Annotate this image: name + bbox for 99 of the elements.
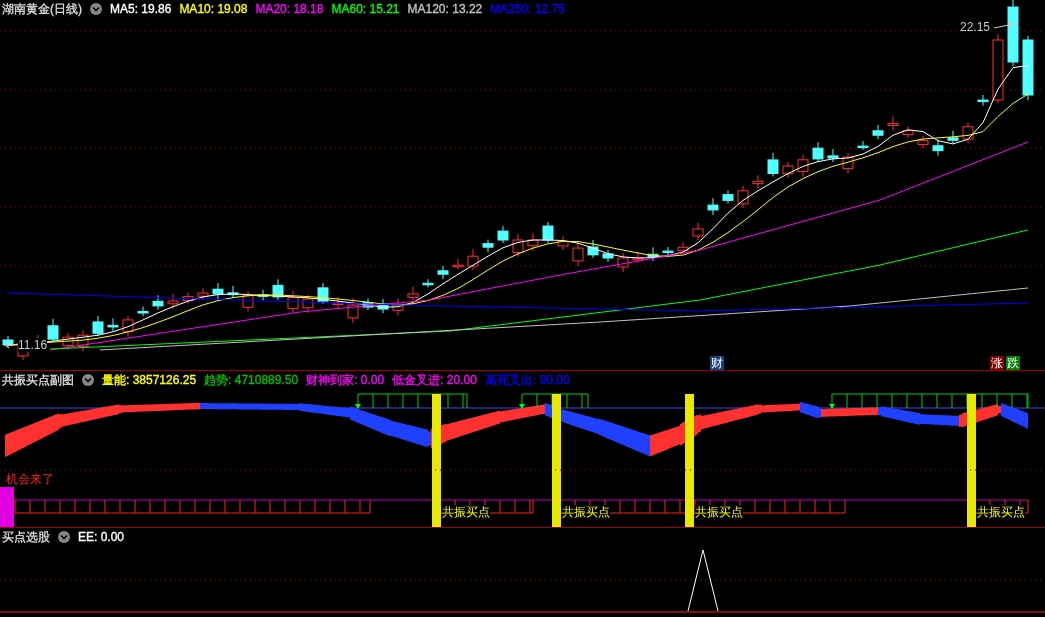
candlestick <box>917 135 929 149</box>
indicator-value: 趋势: 4710889.50 <box>204 372 299 388</box>
candlestick <box>602 249 614 263</box>
indicator-value: 量能: 3857126.25 <box>102 372 197 388</box>
candlestick <box>407 286 419 301</box>
indicator-value: 高死叉出: 90.00 <box>484 372 570 388</box>
candlestick <box>992 33 1004 104</box>
buy-point-label: 共振买点 <box>562 505 610 519</box>
indicator-value: EE: 0.00 <box>78 529 125 545</box>
candlestick <box>77 329 89 352</box>
arrow-icon <box>4 341 18 349</box>
indicator-value: MA120: 13.22 <box>407 1 483 17</box>
candlestick <box>1007 0 1019 67</box>
candlestick <box>2 335 14 349</box>
panel-title: 湖南黄金(日线) <box>2 1 82 17</box>
candlestick <box>1022 35 1034 101</box>
indicator-value: 低金叉进: 20.00 <box>392 372 477 388</box>
candlestick <box>212 282 224 300</box>
candlestick <box>92 315 104 337</box>
candlestick <box>392 297 404 316</box>
collapse-icon[interactable] <box>58 531 70 543</box>
candlestick <box>632 251 644 264</box>
candlestick <box>47 318 59 343</box>
candlestick <box>242 290 254 312</box>
candlestick <box>827 148 839 163</box>
candlestick <box>647 246 659 262</box>
candlestick <box>347 297 359 324</box>
signal-spike-line <box>687 549 719 612</box>
marker-badge: 涨 <box>990 356 1004 370</box>
candlestick <box>767 152 779 177</box>
indicator-value: MA20: 18.18 <box>255 1 324 17</box>
candlestick <box>302 294 314 314</box>
buy-point-label: 共振买点 <box>442 505 490 519</box>
indicator-value: MA10: 19.08 <box>179 1 248 17</box>
candlestick <box>167 293 179 310</box>
candlestick <box>947 130 959 144</box>
candlestick <box>542 221 554 244</box>
candlestick <box>482 239 494 253</box>
candlestick <box>782 161 794 179</box>
candlestick <box>122 315 134 338</box>
candlestick <box>707 197 719 216</box>
indicator-value: 财神到家: 0.00 <box>306 372 385 388</box>
buy-point-label: 共振买点 <box>695 505 743 519</box>
candlestick <box>857 140 869 151</box>
candlestick <box>692 222 704 241</box>
candlestick <box>812 141 824 163</box>
collapse-icon[interactable] <box>82 374 94 386</box>
indicator-value: MA250: 12.75 <box>490 1 565 17</box>
marker-badge: 财 <box>710 356 724 370</box>
candlestick <box>107 317 119 332</box>
candlestick <box>152 294 164 311</box>
low-price-label: 11.16 <box>18 338 48 352</box>
candlestick <box>887 116 899 131</box>
collapse-icon[interactable] <box>90 3 102 15</box>
candlestick <box>272 278 284 301</box>
candlestick <box>617 252 629 273</box>
candlestick <box>257 289 269 302</box>
panel-title: 共振买点副图 <box>2 372 74 388</box>
high-price-label: 22.15 <box>960 20 991 34</box>
candlestick <box>467 248 479 271</box>
candlestick <box>317 282 329 305</box>
candlestick <box>422 278 434 288</box>
buy-point-label: 共振买点 <box>977 505 1025 519</box>
candlestick <box>377 298 389 314</box>
signal-bar <box>0 487 14 528</box>
candlestick <box>497 225 509 244</box>
candlestick <box>902 126 914 139</box>
candlestick <box>452 258 464 270</box>
candlestick <box>362 297 374 311</box>
candlestick <box>287 290 299 314</box>
indicator-value: MA60: 15.21 <box>331 1 400 17</box>
candlestick <box>527 232 539 252</box>
candlestick <box>332 296 344 309</box>
candlestick <box>662 246 674 258</box>
candlestick <box>962 122 974 144</box>
signal-label: 机会来了 <box>6 472 54 486</box>
candlestick <box>587 239 599 259</box>
panel-title: 买点选股 <box>2 529 50 545</box>
arrow-icon <box>994 21 1016 31</box>
candlestick <box>977 94 989 107</box>
candlestick <box>932 139 944 157</box>
candlestick <box>227 285 239 299</box>
marker-badge: 跌 <box>1006 356 1020 370</box>
candlestick <box>197 287 209 301</box>
candlestick <box>752 174 764 190</box>
candlestick <box>572 241 584 267</box>
candlestick <box>182 292 194 305</box>
candlestick <box>677 241 689 254</box>
candlestick <box>842 152 854 174</box>
candlestick <box>872 124 884 140</box>
candlestick <box>737 185 749 209</box>
candlestick <box>437 265 449 280</box>
candlestick <box>722 190 734 204</box>
candlestick <box>557 235 569 251</box>
candlestick <box>797 154 809 177</box>
candlestick <box>62 332 74 351</box>
candlestick <box>512 233 524 258</box>
indicator-value: MA5: 19.86 <box>110 1 172 17</box>
candlestick <box>137 306 149 317</box>
